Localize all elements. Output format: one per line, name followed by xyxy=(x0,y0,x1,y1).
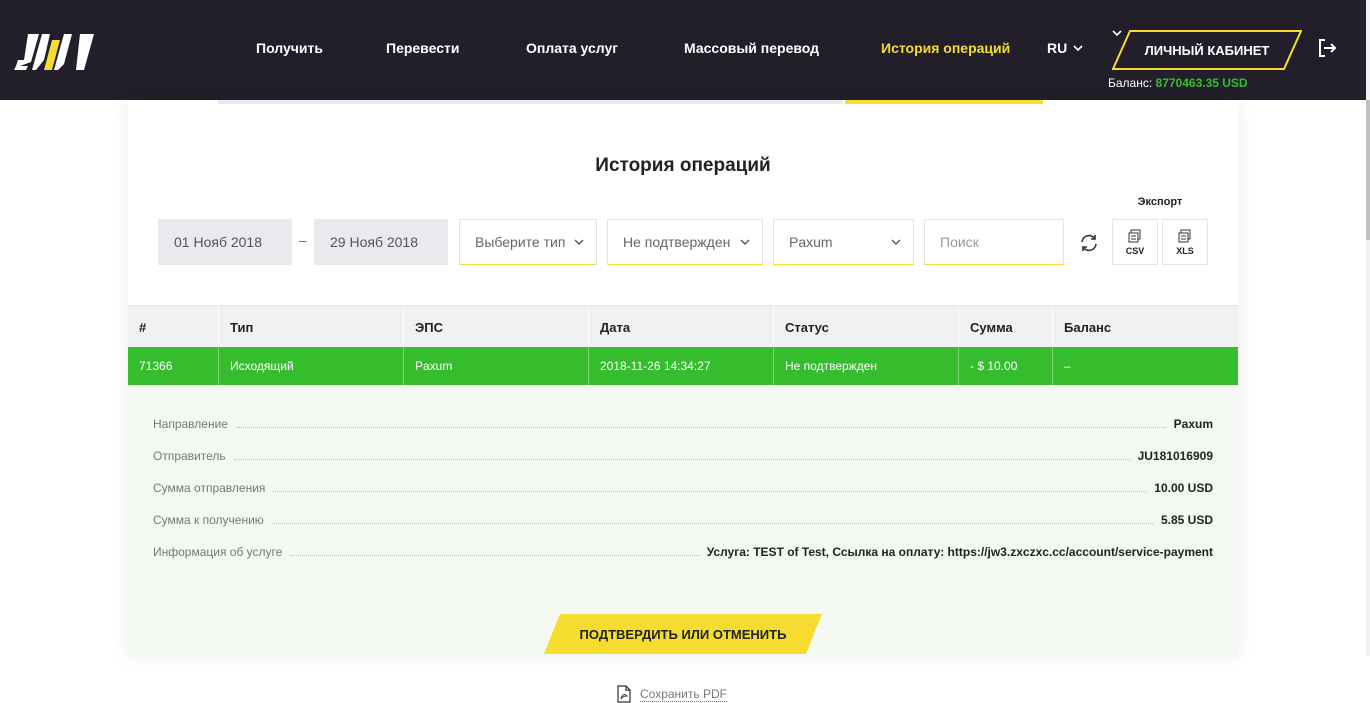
column-header-date[interactable]: Дата xyxy=(589,306,774,348)
cell-eps: Paxum xyxy=(404,347,589,385)
history-card: История операций 01 Нояб 2018 – 29 Нояб … xyxy=(128,100,1238,703)
save-pdf-label: Сохранить PDF xyxy=(640,686,727,702)
chevron-down-icon xyxy=(740,239,750,245)
export-csv-label: CSV xyxy=(1125,245,1145,256)
chevron-down-icon xyxy=(891,239,901,245)
eps-select[interactable]: Paxum xyxy=(773,219,914,265)
dotted-leader xyxy=(273,484,1147,492)
cell-amount: - $ 10.00 xyxy=(959,347,1053,385)
cell-type: Исходящий xyxy=(219,347,404,385)
cell-date: 2018-11-26 14:34:27 xyxy=(589,347,774,385)
nav-history[interactable]: История операций xyxy=(881,40,1010,56)
chevron-down-icon xyxy=(1073,44,1083,51)
refresh-icon[interactable] xyxy=(1078,232,1100,254)
column-header-id[interactable]: # xyxy=(128,306,219,348)
chevron-down-icon xyxy=(1112,30,1122,37)
tab-underline-active xyxy=(845,100,1043,104)
cell-id: 71366 xyxy=(128,347,219,385)
search-input[interactable] xyxy=(924,219,1064,265)
nav-services-payment[interactable]: Оплата услуг xyxy=(526,40,618,56)
date-range-separator: – xyxy=(299,232,307,248)
top-header: Получить Перевести Оплата услуг Массовый… xyxy=(0,0,1366,100)
save-pdf-link[interactable]: Сохранить PDF xyxy=(616,685,727,703)
detail-row-direction: Направление Paxum xyxy=(153,416,1213,432)
date-from-field[interactable]: 01 Нояб 2018 xyxy=(158,219,292,265)
balance-label: Баланс: xyxy=(1108,76,1153,90)
detail-label: Отправитель xyxy=(153,449,226,463)
table-row[interactable]: 71366 Исходящий Paxum 2018-11-26 14:34:2… xyxy=(128,347,1238,385)
page-title: История операций xyxy=(595,155,771,176)
detail-row-send-amount: Сумма отправления 10.00 USD xyxy=(153,480,1213,496)
detail-value: JU181016909 xyxy=(1137,449,1213,463)
file-export-icon xyxy=(1128,229,1141,242)
column-header-amount[interactable]: Сумма xyxy=(959,306,1053,348)
status-select-value: Не подтвержден xyxy=(623,234,731,250)
pdf-file-icon xyxy=(617,685,631,703)
personal-cabinet-button[interactable]: ЛИЧНЫЙ КАБИНЕТ xyxy=(1112,30,1302,70)
detail-row-service-info: Информация об услуге Услуга: TEST of Tes… xyxy=(153,544,1213,560)
confirm-or-cancel-label: ПОДТВЕРДИТЬ ИЛИ ОТМЕНИТЬ xyxy=(579,626,787,642)
cell-balance: – xyxy=(1064,359,1071,373)
tab-underline xyxy=(218,100,843,104)
dotted-leader xyxy=(271,516,1153,524)
detail-label: Направление xyxy=(153,417,228,431)
export-csv-button[interactable]: CSV xyxy=(1112,219,1158,265)
logout-icon[interactable] xyxy=(1316,37,1338,59)
detail-label: Сумма отправления xyxy=(153,481,266,495)
dotted-leader xyxy=(235,420,1166,428)
type-select-value: Выберите тип xyxy=(475,234,566,250)
eps-select-value: Paxum xyxy=(789,234,833,250)
nav-transfer[interactable]: Перевести xyxy=(386,40,459,56)
balance-value: 8770463.35 USD xyxy=(1155,76,1248,90)
detail-value: Paxum xyxy=(1173,417,1213,431)
export-xls-label: XLS xyxy=(1176,245,1194,256)
detail-row-sender: Отправитель JU181016909 xyxy=(153,448,1213,464)
detail-value: 5.85 USD xyxy=(1160,513,1213,527)
export-label: Экспорт xyxy=(1137,196,1183,208)
dotted-leader xyxy=(233,452,1130,460)
table-header: # Тип ЭПС Дата Статус Сумма Баланс xyxy=(128,305,1238,348)
file-export-icon xyxy=(1178,229,1191,242)
nav-receive[interactable]: Получить xyxy=(256,40,323,56)
detail-value: 10.00 USD xyxy=(1154,481,1213,495)
column-header-eps[interactable]: ЭПС xyxy=(404,306,589,348)
nav-mass-transfer[interactable]: Массовый перевод xyxy=(684,40,819,56)
page-scrollbar[interactable] xyxy=(1366,0,1370,656)
scrollbar-thumb[interactable] xyxy=(1366,100,1370,240)
export-xls-button[interactable]: XLS xyxy=(1162,219,1208,265)
confirm-or-cancel-button[interactable]: ПОДТВЕРДИТЬ ИЛИ ОТМЕНИТЬ xyxy=(544,614,822,654)
cabinet-label: ЛИЧНЫЙ КАБИНЕТ xyxy=(1144,42,1270,58)
column-header-status[interactable]: Статус xyxy=(774,306,959,348)
brand-logo[interactable] xyxy=(14,30,96,70)
chevron-down-icon xyxy=(574,239,584,245)
column-header-balance[interactable]: Баланс xyxy=(1053,306,1238,348)
date-to-field[interactable]: 29 Нояб 2018 xyxy=(314,219,448,265)
language-selector[interactable]: RU xyxy=(1047,40,1083,56)
type-select[interactable]: Выберите тип xyxy=(459,219,597,265)
detail-label: Сумма к получению xyxy=(153,513,264,527)
detail-label: Информация об услуге xyxy=(153,545,283,559)
balance-display: Баланс: 8770463.35 USD xyxy=(1108,76,1248,90)
status-select[interactable]: Не подтвержден xyxy=(607,219,763,265)
dotted-leader xyxy=(290,548,699,556)
detail-row-receive-amount: Сумма к получению 5.85 USD xyxy=(153,512,1213,528)
detail-value: Услуга: TEST of Test, Ссылка на оплату: … xyxy=(706,545,1213,559)
column-header-type[interactable]: Тип xyxy=(219,306,404,348)
cell-status: Не подтвержден xyxy=(774,347,959,385)
language-label: RU xyxy=(1047,40,1068,56)
